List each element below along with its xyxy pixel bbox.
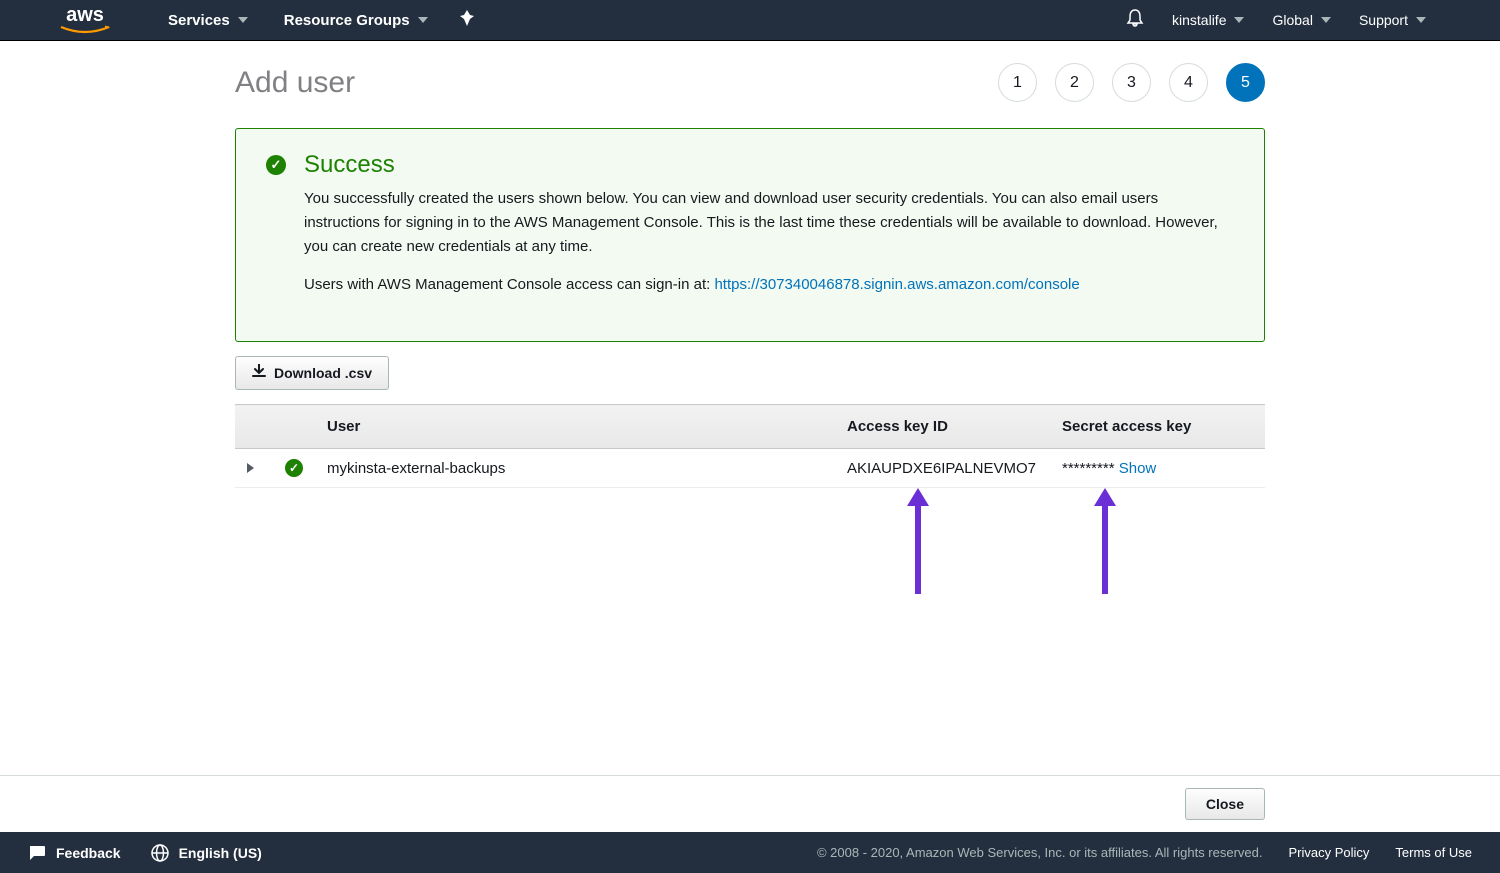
aws-logo[interactable]: aws	[60, 5, 110, 35]
caret-down-icon	[1234, 17, 1244, 23]
pin-icon	[460, 10, 474, 26]
footer-language[interactable]: English (US)	[151, 844, 262, 862]
wizard-steps: 1 2 3 4 5	[998, 63, 1265, 102]
alert-title: Success	[304, 151, 395, 179]
table-row: ✓ mykinsta-external-backups AKIAUPDXE6IP…	[235, 449, 1265, 488]
nav-resource-groups-label: Resource Groups	[284, 12, 410, 29]
caret-down-icon	[1321, 17, 1331, 23]
close-button[interactable]: Close	[1185, 788, 1265, 820]
nav-support[interactable]: Support	[1345, 0, 1440, 40]
cell-secret-access-key: ********* Show	[1050, 449, 1265, 488]
check-circle-icon: ✓	[285, 459, 303, 477]
nav-region-label: Global	[1272, 12, 1312, 28]
download-row: Download .csv	[235, 356, 1265, 390]
col-secret-access-key: Secret access key	[1050, 405, 1265, 449]
footer-privacy-link[interactable]: Privacy Policy	[1289, 845, 1370, 860]
col-status	[273, 405, 315, 449]
expand-row-icon[interactable]	[247, 463, 254, 473]
page-header: Add user 1 2 3 4 5	[235, 63, 1265, 102]
caret-down-icon	[238, 17, 248, 23]
check-circle-icon: ✓	[266, 155, 286, 175]
footer-copyright: © 2008 - 2020, Amazon Web Services, Inc.…	[817, 845, 1263, 860]
action-bar: Close	[0, 775, 1500, 832]
wizard-step-5[interactable]: 5	[1226, 63, 1265, 102]
wizard-step-1[interactable]: 1	[998, 63, 1037, 102]
nav-pin-button[interactable]	[446, 10, 488, 31]
nav-account[interactable]: kinstalife	[1158, 0, 1258, 40]
download-icon	[252, 364, 266, 382]
nav-services-label: Services	[168, 12, 230, 29]
nav-account-label: kinstalife	[1172, 12, 1226, 28]
footer: Feedback English (US) © 2008 - 2020, Ama…	[0, 832, 1500, 873]
bell-icon	[1126, 9, 1144, 27]
download-csv-button[interactable]: Download .csv	[235, 356, 389, 390]
page-content: Add user 1 2 3 4 5 ✓ Success You success…	[235, 41, 1265, 488]
aws-smile-icon	[60, 25, 110, 35]
caret-down-icon	[1416, 17, 1426, 23]
col-access-key-id: Access key ID	[835, 405, 1050, 449]
annotation-arrow	[907, 490, 929, 594]
page-title: Add user	[235, 66, 355, 100]
nav-services[interactable]: Services	[150, 0, 266, 40]
nav-notifications[interactable]	[1112, 9, 1158, 32]
footer-terms-link[interactable]: Terms of Use	[1395, 845, 1472, 860]
cell-user: mykinsta-external-backups	[315, 449, 835, 488]
col-user: User	[315, 405, 835, 449]
download-csv-label: Download .csv	[274, 365, 372, 381]
nav-support-label: Support	[1359, 12, 1408, 28]
col-expand	[235, 405, 273, 449]
globe-icon	[151, 844, 169, 862]
wizard-step-3[interactable]: 3	[1112, 63, 1151, 102]
footer-feedback[interactable]: Feedback	[28, 845, 121, 861]
nav-region[interactable]: Global	[1258, 0, 1344, 40]
nav-resource-groups[interactable]: Resource Groups	[266, 0, 446, 40]
cell-access-key-id: AKIAUPDXE6IPALNEVMO7	[835, 449, 1050, 488]
users-table: User Access key ID Secret access key ✓ m…	[235, 404, 1265, 488]
caret-down-icon	[418, 17, 428, 23]
alert-body-1: You successfully created the users shown…	[304, 187, 1234, 259]
top-nav: aws Services Resource Groups kinstalife …	[0, 0, 1500, 41]
wizard-step-4[interactable]: 4	[1169, 63, 1208, 102]
annotation-arrow	[1094, 490, 1116, 594]
alert-body-2: Users with AWS Management Console access…	[304, 273, 1234, 297]
alert-signin-prefix: Users with AWS Management Console access…	[304, 276, 714, 293]
show-secret-link[interactable]: Show	[1119, 460, 1157, 477]
signin-url-link[interactable]: https://307340046878.signin.aws.amazon.c…	[714, 276, 1079, 293]
footer-feedback-label: Feedback	[56, 845, 121, 861]
wizard-step-2[interactable]: 2	[1055, 63, 1094, 102]
footer-language-label: English (US)	[179, 845, 262, 861]
secret-masked: *********	[1062, 460, 1115, 477]
speech-bubble-icon	[28, 845, 46, 861]
success-alert: ✓ Success You successfully created the u…	[235, 128, 1265, 342]
